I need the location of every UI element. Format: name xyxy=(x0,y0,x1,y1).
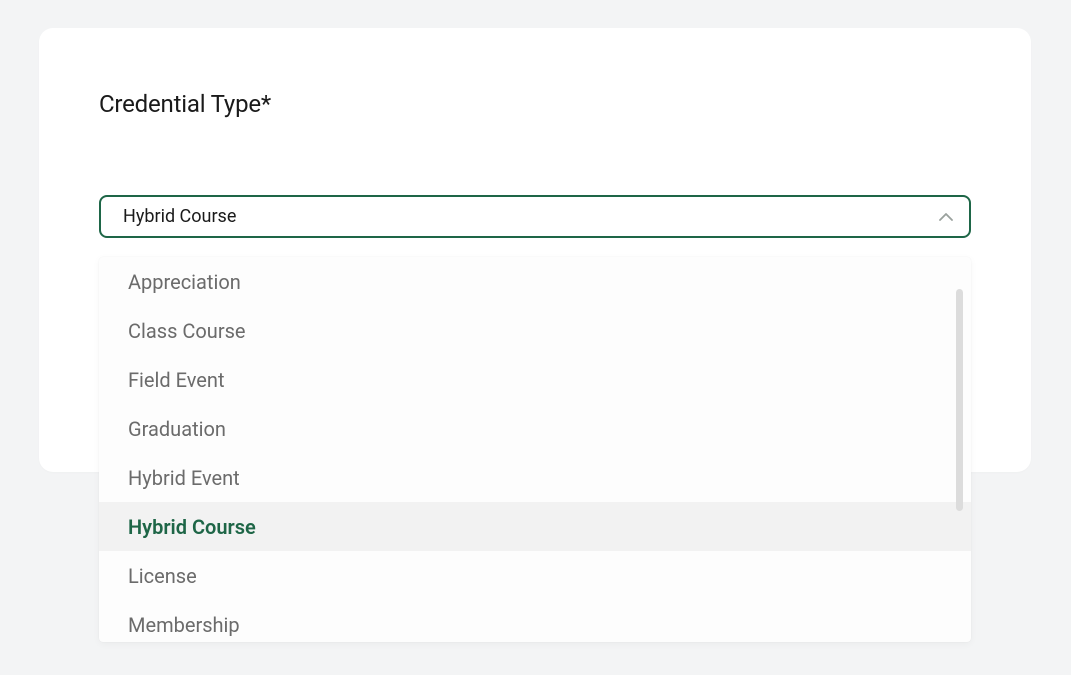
option-appreciation[interactable]: Appreciation xyxy=(99,257,971,306)
option-label: Class Course xyxy=(128,319,246,343)
option-license[interactable]: License xyxy=(99,551,971,600)
option-label: Hybrid Course xyxy=(128,515,256,539)
credential-type-select[interactable]: Hybrid Course xyxy=(99,195,971,238)
option-label: License xyxy=(128,564,197,588)
credential-type-label: Credential Type* xyxy=(99,90,971,118)
option-label: Graduation xyxy=(128,417,226,441)
select-value: Hybrid Course xyxy=(123,206,939,227)
option-membership[interactable]: Membership xyxy=(99,600,971,642)
option-hybrid-event[interactable]: Hybrid Event xyxy=(99,453,971,502)
option-label: Field Event xyxy=(128,368,225,392)
option-graduation[interactable]: Graduation xyxy=(99,404,971,453)
option-hybrid-course[interactable]: Hybrid Course xyxy=(99,502,971,551)
dropdown-list: Appreciation Class Course Field Event Gr… xyxy=(99,257,971,642)
option-class-course[interactable]: Class Course xyxy=(99,306,971,355)
chevron-up-icon xyxy=(939,210,953,224)
option-field-event[interactable]: Field Event xyxy=(99,355,971,404)
option-label: Hybrid Event xyxy=(128,466,240,490)
option-label: Appreciation xyxy=(128,270,241,294)
credential-type-dropdown: Appreciation Class Course Field Event Gr… xyxy=(99,257,971,642)
option-label: Membership xyxy=(128,613,240,637)
scrollbar-thumb[interactable] xyxy=(956,289,963,511)
